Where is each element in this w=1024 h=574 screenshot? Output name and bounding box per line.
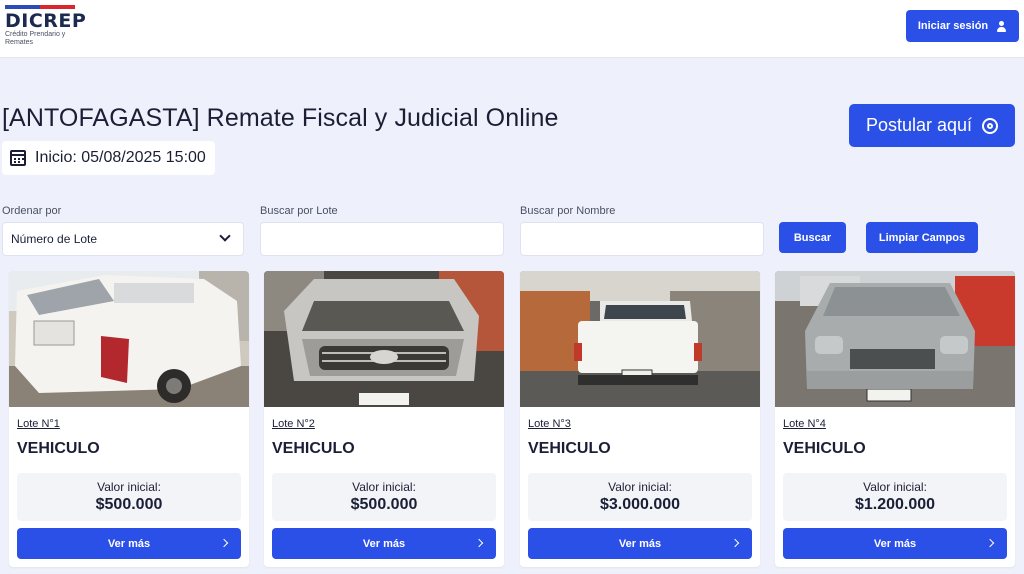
price-label: Valor inicial: (97, 480, 161, 494)
logo-flag-stripe (5, 5, 75, 9)
dicrep-logo[interactable]: DICREP Crédito Prendario y Remates (5, 5, 87, 51)
see-more-label: Ver más (362, 537, 406, 550)
logo-name: DICREP (5, 10, 87, 32)
price-label: Valor inicial: (863, 480, 927, 494)
login-button[interactable]: Iniciar sesión (906, 10, 1019, 42)
see-more-button[interactable]: Ver más (17, 528, 241, 559)
chevron-right-icon (219, 538, 229, 548)
lot-number-link[interactable]: Lote N°1 (17, 418, 60, 430)
lot-search-input[interactable] (260, 222, 504, 256)
lot-number-link[interactable]: Lote N°2 (272, 418, 315, 430)
lot-number-link[interactable]: Lote N°4 (783, 418, 826, 430)
vehicle-photo[interactable] (264, 271, 504, 407)
see-more-button[interactable]: Ver más (272, 528, 496, 559)
start-date-text: Inicio: 05/08/2025 15:00 (35, 149, 206, 166)
search-button[interactable]: Buscar (779, 222, 846, 253)
login-label: Iniciar sesión (917, 20, 989, 32)
page-title: [ANTOFAGASTA] Remate Fiscal y Judicial O… (2, 104, 559, 132)
sort-select-value: Número de Lote (11, 232, 98, 246)
top-navbar: DICREP Crédito Prendario y Remates Inici… (0, 0, 1024, 58)
sort-label: Ordenar por (2, 205, 62, 217)
target-icon (982, 117, 999, 134)
sort-select[interactable]: Número de Lote (2, 222, 244, 256)
lot-card: Lote N°3 VEHICULO Valor inicial: $3.000.… (520, 271, 760, 567)
apply-label: Postular aquí (865, 115, 973, 135)
chevron-right-icon (730, 538, 740, 548)
lot-name: VEHICULO (272, 440, 355, 457)
see-more-label: Ver más (107, 537, 151, 550)
see-more-button[interactable]: Ver más (783, 528, 1007, 559)
see-more-label: Ver más (873, 537, 917, 550)
chevron-right-icon (985, 538, 995, 548)
chevron-down-icon (219, 230, 231, 242)
see-more-label: Ver más (618, 537, 662, 550)
price-box: Valor inicial: $500.000 (17, 473, 241, 521)
price-value: $500.000 (350, 496, 418, 513)
lot-card: Lote N°4 VEHICULO Valor inicial: $1.200.… (775, 271, 1015, 567)
price-box: Valor inicial: $1.200.000 (783, 473, 1007, 521)
lot-search-label: Buscar por Lote (260, 205, 338, 217)
chevron-right-icon (474, 538, 484, 548)
logo-subtitle: Crédito Prendario y Remates (5, 31, 66, 46)
vehicle-photo[interactable] (520, 271, 760, 407)
user-icon (996, 20, 1007, 32)
price-value: $1.200.000 (854, 496, 936, 513)
apply-button[interactable]: Postular aquí (849, 104, 1015, 147)
lot-card: Lote N°2 VEHICULO Valor inicial: $500.00… (264, 271, 504, 567)
start-date-chip: Inicio: 05/08/2025 15:00 (2, 141, 215, 175)
lot-name: VEHICULO (528, 440, 611, 457)
name-search-label: Buscar por Nombre (520, 205, 616, 217)
vehicle-photo[interactable] (775, 271, 1015, 407)
lot-name: VEHICULO (17, 440, 100, 457)
price-box: Valor inicial: $500.000 (272, 473, 496, 521)
lot-name: VEHICULO (783, 440, 866, 457)
lot-number-link[interactable]: Lote N°3 (528, 418, 571, 430)
price-label: Valor inicial: (608, 480, 672, 494)
price-value: $3.000.000 (599, 496, 681, 513)
price-value: $500.000 (95, 496, 163, 513)
vehicle-photo[interactable] (9, 271, 249, 407)
clear-fields-button[interactable]: Limpiar Campos (866, 222, 978, 253)
calendar-icon (10, 150, 26, 166)
price-label: Valor inicial: (352, 480, 416, 494)
price-box: Valor inicial: $3.000.000 (528, 473, 752, 521)
name-search-input[interactable] (520, 222, 764, 256)
lot-card: Lote N°1 VEHICULO Valor inicial: $500.00… (9, 271, 249, 567)
see-more-button[interactable]: Ver más (528, 528, 752, 559)
